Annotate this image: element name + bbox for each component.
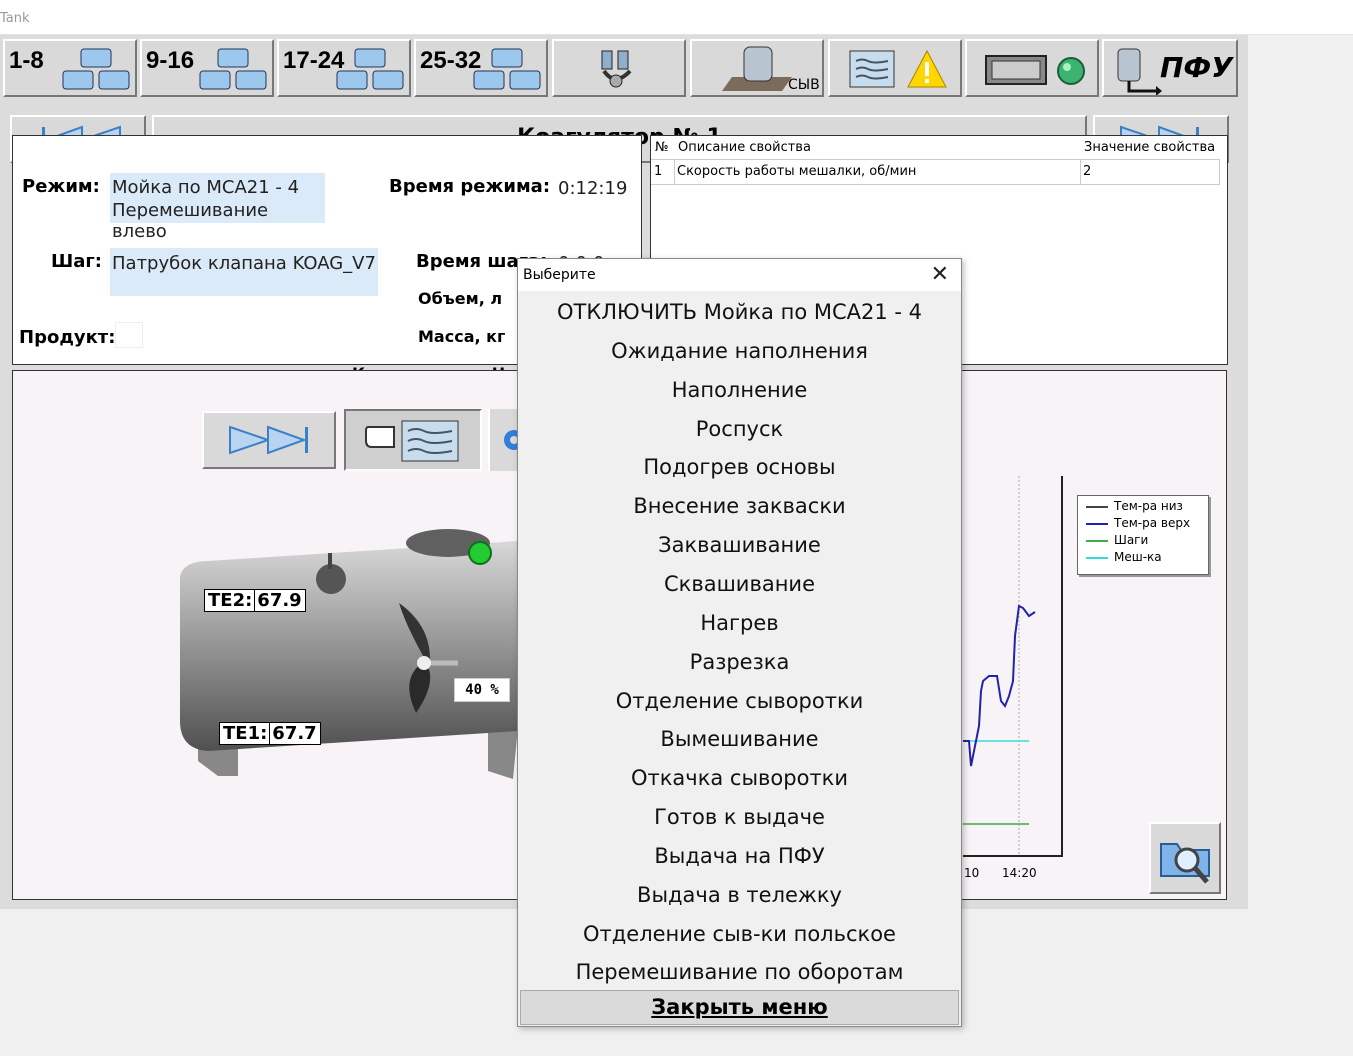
menu-item[interactable]: Ожидание наполнения: [518, 332, 961, 370]
te1-label: TE1:: [223, 723, 268, 744]
legend-item-3: Меш-ка: [1114, 550, 1162, 564]
column-header-value: Значение свойства: [1084, 140, 1216, 155]
step-label: Шаг:: [51, 251, 102, 272]
pfu-label: ПФУ: [1160, 51, 1233, 84]
te1-value: 67.7: [269, 723, 317, 744]
trend-chart: [963, 476, 1063, 857]
mode-value-box: Мойка по МСА21 - 4 Перемешивание влево: [110, 173, 325, 242]
mode-time-label: Время режима:: [389, 176, 551, 197]
dialog-title: Выберите: [523, 267, 596, 283]
menu-item[interactable]: Подогрев основы: [518, 448, 961, 486]
hand-pointer-icon: [365, 420, 459, 462]
chart-legend: Тем-ра низ Тем-ра верх Шаги Меш-ка: [1077, 495, 1209, 575]
tank-illustration: [180, 529, 518, 779]
legend-swatch-0: [1086, 506, 1108, 508]
open-archive-button[interactable]: [1149, 822, 1221, 894]
column-header-num: №: [655, 140, 669, 155]
close-menu-button[interactable]: Закрыть меню: [520, 990, 959, 1025]
legend-swatch-1: [1086, 523, 1108, 525]
menu-item[interactable]: Сквашивание: [518, 565, 961, 603]
mode-value-line1: Мойка по МСА21 - 4: [112, 177, 300, 198]
whey-label: СЫВ: [788, 77, 820, 93]
group-9-16-label: 9-16: [146, 47, 195, 74]
tanks-icon: [336, 48, 404, 90]
display-icon: [985, 55, 1047, 85]
menu-item[interactable]: Отделение сыворотки: [518, 682, 961, 720]
menu-item[interactable]: Нагрев: [518, 604, 961, 642]
row-value: 2: [1083, 164, 1092, 179]
legend-item-1: Тем-ра верх: [1114, 516, 1191, 530]
legend-item-0: Тем-ра низ: [1114, 499, 1183, 513]
valves-button[interactable]: [552, 39, 686, 97]
menu-item[interactable]: Заквашивание: [518, 526, 961, 564]
te2-label: TE2:: [208, 590, 253, 611]
group-25-32-button[interactable]: 25-32: [414, 39, 548, 97]
product-label: Продукт:: [19, 327, 116, 348]
warning-icon: [907, 49, 947, 88]
status-button[interactable]: [965, 39, 1099, 97]
legend-swatch-2: [1086, 540, 1108, 542]
manual-mode-button[interactable]: [344, 409, 482, 471]
row-description: Скорость работы мешалки, об/мин: [677, 164, 917, 179]
row-num: 1: [654, 164, 663, 179]
status-indicator-icon: [1057, 57, 1085, 85]
menu-item[interactable]: Откачка сыворотки: [518, 759, 961, 797]
skip-forward-icon: [229, 425, 308, 455]
tanks-icon: [199, 48, 267, 90]
window-titlebar: Tank: [0, 0, 1353, 35]
mixer-speed: 40 %: [454, 678, 510, 702]
legend-item-2: Шаги: [1114, 533, 1149, 547]
tanks-icon: [62, 48, 130, 90]
menu-item[interactable]: Выдача на ПФУ: [518, 837, 961, 875]
legend-swatch-3: [1086, 557, 1108, 559]
log-icon: [849, 50, 895, 88]
alarms-button[interactable]: [828, 39, 962, 97]
mode-label: Режим:: [22, 176, 100, 197]
whey-tank-button[interactable]: СЫВ: [690, 39, 824, 97]
whey-tank-icon: [722, 46, 792, 91]
table-row[interactable]: 1 Скорость работы мешалки, об/мин 2: [651, 159, 1220, 185]
mode-value-line2: Перемешивание влево: [112, 200, 269, 242]
dialog-header: Выберите ✕: [518, 259, 961, 291]
close-icon[interactable]: ✕: [931, 262, 949, 287]
mode-time-value: 0:12:19: [558, 178, 628, 199]
window-title: Tank: [0, 11, 30, 26]
menu-item[interactable]: Вымешивание: [518, 720, 961, 758]
menu-item[interactable]: Внесение закваски: [518, 487, 961, 525]
te2-tag: TE2: 67.9: [204, 589, 306, 612]
menu-item[interactable]: Перемешивание по оборотам: [518, 953, 961, 991]
settings-button[interactable]: [488, 409, 522, 471]
folder-search-icon: [1160, 843, 1210, 884]
step-value: Патрубок клапана KOAG_V7: [112, 253, 376, 274]
pfu-button[interactable]: ПФУ: [1102, 39, 1238, 97]
menu-item[interactable]: Отделение сыв-ки польское: [518, 915, 961, 953]
te2-value: 67.9: [254, 590, 302, 611]
valves-icon: [601, 50, 632, 88]
menu-item[interactable]: Выдача в тележку: [518, 876, 961, 914]
group-9-16-button[interactable]: 9-16: [140, 39, 274, 97]
menu-item[interactable]: ОТКЛЮЧИТЬ Мойка по МСА21 - 4: [518, 293, 961, 331]
chart-tick-x-0: 10: [964, 866, 980, 880]
step-value-box: Патрубок клапана KOAG_V7: [110, 248, 378, 296]
series-temp-top-line: [963, 604, 1036, 767]
tanks-icon: [473, 48, 541, 90]
chart-tick-x-1: 14:20: [1002, 866, 1037, 880]
product-value: [115, 322, 143, 348]
group-1-8-button[interactable]: 1-8: [3, 39, 137, 97]
menu-item[interactable]: Наполнение: [518, 371, 961, 409]
mass-label: Масса, кг: [418, 327, 506, 346]
mode-select-dialog: Выберите ✕ ОТКЛЮЧИТЬ Мойка по МСА21 - 4О…: [517, 258, 962, 1027]
volume-label: Объем, л: [418, 289, 503, 308]
pfu-icon: [1117, 48, 1162, 95]
menu-item[interactable]: Разрезка: [518, 643, 961, 681]
group-1-8-label: 1-8: [9, 47, 44, 74]
te1-tag: TE1: 67.7: [219, 722, 321, 745]
group-17-24-button[interactable]: 17-24: [277, 39, 411, 97]
next-step-button[interactable]: [202, 411, 336, 469]
menu-item[interactable]: Роспуск: [518, 410, 961, 448]
column-header-description: Описание свойства: [678, 140, 811, 155]
menu-item[interactable]: Готов к выдаче: [518, 798, 961, 836]
